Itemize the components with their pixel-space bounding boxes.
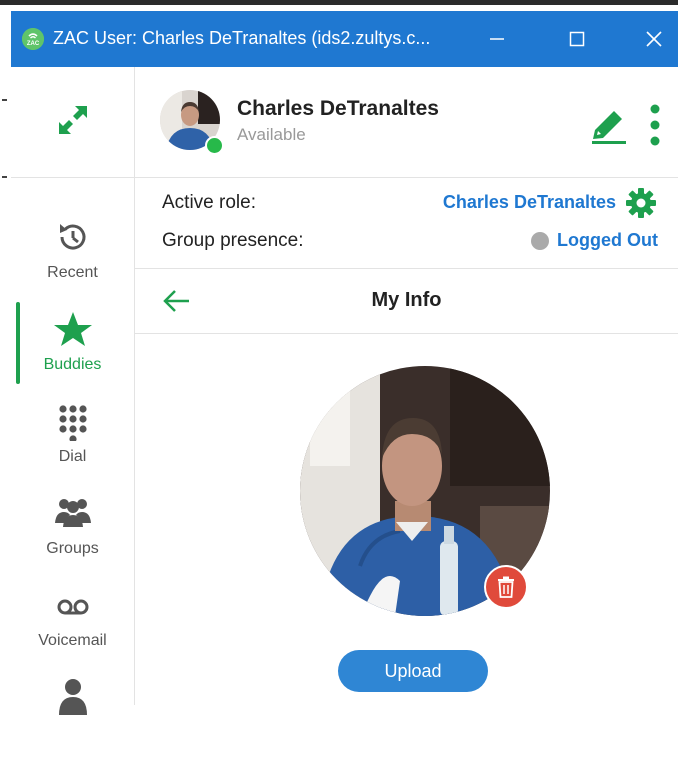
expand-button[interactable] [11, 67, 134, 178]
section-title: My Info [371, 289, 442, 311]
nav-label-groups: Groups [46, 540, 99, 557]
group-icon [55, 499, 91, 527]
expand-arrows-icon [59, 106, 87, 134]
nav-item-profile[interactable] [11, 667, 134, 759]
nav-item-buddies[interactable]: Buddies [11, 299, 134, 391]
nav-item-groups[interactable]: Groups [11, 483, 134, 575]
nav-label-buddies: Buddies [43, 356, 102, 373]
minimize-button[interactable] [469, 11, 525, 67]
edit-pencil-icon[interactable] [587, 105, 629, 145]
trash-icon [498, 576, 514, 598]
section-header: My Info [135, 269, 678, 334]
nav-label-recent: Recent [47, 264, 98, 281]
group-presence-label: Group presence: [162, 230, 304, 251]
svg-text:ZAC: ZAC [27, 41, 40, 47]
roles-section: Active role: Charles DeTranaltes Group p… [135, 178, 678, 269]
nav-item-dial[interactable]: Dial [11, 391, 134, 483]
window-title: ZAC User: Charles DeTranaltes (ids2.zult… [53, 28, 431, 48]
dialpad-icon [59, 405, 87, 441]
history-clock-icon [60, 224, 86, 250]
nav-label-voicemail: Voicemail [38, 632, 107, 649]
active-role-label: Active role: [162, 192, 256, 213]
nav-label-dial: Dial [58, 448, 87, 465]
title-bar[interactable]: ZAC ZAC User: Charles DeTranaltes (ids2.… [11, 11, 678, 67]
group-presence-link[interactable]: Logged Out [557, 230, 658, 251]
voicemail-icon [57, 599, 89, 615]
main-panel: Charles DeTranaltes Available Active rol… [135, 67, 678, 705]
maximize-button[interactable] [549, 11, 605, 67]
gear-icon[interactable] [625, 187, 657, 219]
nav-item-recent[interactable]: Recent [11, 207, 134, 299]
background-window-edge [0, 11, 11, 705]
app-window: ZAC ZAC User: Charles DeTranaltes (ids2.… [11, 11, 678, 715]
active-role-link[interactable]: Charles DeTranaltes [443, 192, 616, 213]
presence-indicator [205, 136, 224, 155]
upload-button[interactable]: Upload [338, 650, 488, 692]
star-icon [54, 312, 92, 346]
profile-header: Charles DeTranaltes Available [135, 67, 678, 178]
close-button[interactable] [626, 11, 678, 67]
nav-item-voicemail[interactable]: Voicemail [11, 575, 134, 667]
person-icon [59, 679, 87, 715]
more-options-icon[interactable] [645, 103, 665, 147]
user-name: Charles DeTranaltes [237, 97, 439, 120]
user-status: Available [237, 125, 306, 144]
delete-photo-button[interactable] [484, 565, 528, 609]
zac-app-icon: ZAC [22, 28, 44, 50]
screen-edge [0, 0, 678, 11]
nav-rail: Recent Buddies Dial Groups Voicemail [11, 67, 135, 715]
presence-status-dot [531, 232, 549, 250]
